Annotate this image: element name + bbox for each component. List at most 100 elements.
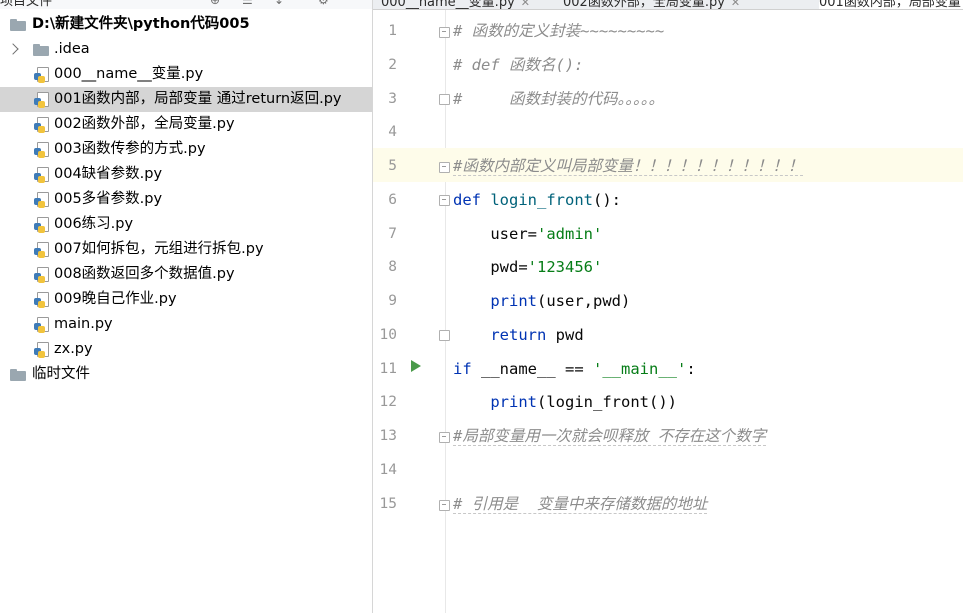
code-line-2[interactable]: # def 函数名(): (453, 48, 584, 82)
python-file-icon (34, 117, 50, 133)
code-text: (): (593, 191, 621, 209)
close-icon[interactable]: ✕ (521, 0, 530, 9)
code-text: : (686, 360, 696, 378)
comment: # 函数的定义封装~~~~~~~~~ (453, 22, 665, 40)
editor-tab-bar: 000__name__变量.py ✕ 002函数外部，全局变量.py ✕ 001函数… (373, 0, 963, 10)
string: '123456' (527, 258, 603, 276)
tree-item-label: 008函数返回多个数据值.py (54, 266, 235, 282)
line-number: 1 (388, 23, 397, 39)
tree-item-idea[interactable]: .idea (0, 37, 372, 62)
tree-item-file[interactable]: 008函数返回多个数据值.py (0, 262, 372, 287)
code-line-10[interactable]: return pwd (453, 318, 583, 352)
tree-item-file-selected[interactable]: 001函数内部，局部变量 通过return返回.py (0, 87, 372, 112)
folder-icon (10, 369, 26, 381)
code-line-7[interactable]: user='admin' (453, 217, 602, 251)
comment: # 引用是 变量中来存储数据的地址 (453, 495, 708, 514)
tree-item-file[interactable]: 000__name__变量.py (0, 62, 372, 87)
tree-item-label: 临时文件 (32, 366, 90, 382)
folder-icon (33, 44, 49, 56)
code-text: (user,pwd) (537, 292, 631, 310)
tree-item-file[interactable]: 006练习.py (0, 212, 372, 237)
tree-item-label: main.py (54, 316, 113, 332)
tab-label: 000__name__变量.py (381, 0, 515, 10)
close-icon[interactable]: ✕ (731, 0, 740, 9)
line-number: 13 (379, 428, 397, 444)
code-line-8[interactable]: pwd='123456' (453, 250, 602, 284)
line-number: 5 (388, 158, 397, 174)
fold-end-icon[interactable] (439, 94, 450, 105)
python-file-icon (34, 142, 50, 158)
code-text: (login_front()) (537, 393, 677, 411)
code-line-3[interactable]: # 函数封装的代码。。。。。 (453, 82, 664, 116)
tree-item-label: zx.py (54, 341, 93, 357)
collapse-all-icon[interactable]: ☰ (242, 0, 254, 6)
tree-item-label: 007如何拆包，元组进行拆包.py (54, 241, 264, 257)
fold-marker-icon[interactable] (439, 27, 450, 38)
python-file-icon (34, 167, 50, 183)
tree-item-label: 000__name__变量.py (54, 66, 204, 82)
comment: # def 函数名(): (453, 56, 584, 74)
line-number: 11 (379, 361, 397, 377)
code-line-13[interactable]: #局部变量用一次就会呗释放 不存在这个数字 (453, 419, 767, 453)
tree-item-file[interactable]: main.py (0, 312, 372, 337)
line-number: 15 (379, 496, 397, 512)
python-file-icon (34, 242, 50, 258)
code-line-12[interactable]: print(login_front()) (453, 385, 677, 419)
python-file-icon (34, 342, 50, 358)
expand-icon[interactable]: ↕ (274, 0, 286, 6)
project-panel: 项目文件 ⊕ ☰ ↕ ⚙ D:\新建文件夹\python代码005 .idea … (0, 0, 372, 613)
code-text: user= (490, 225, 537, 243)
fold-end-icon[interactable] (439, 330, 450, 341)
python-file-icon (34, 317, 50, 333)
line-number: 9 (388, 293, 397, 309)
line-number: 4 (388, 124, 397, 140)
gear-icon[interactable]: ⚙ (318, 0, 330, 6)
tree-item-file[interactable]: 003函数传参的方式.py (0, 137, 372, 162)
locate-icon[interactable]: ⊕ (210, 0, 222, 6)
code-line-1[interactable]: # 函数的定义封装~~~~~~~~~ (453, 14, 664, 48)
line-number: 8 (388, 259, 397, 275)
tree-item-scratches[interactable]: 临时文件 (0, 362, 372, 387)
fold-marker-icon[interactable] (439, 162, 450, 173)
tree-item-label: .idea (54, 41, 90, 57)
code-line-9[interactable]: print(user,pwd) (453, 284, 630, 318)
string: '__main__' (593, 360, 687, 378)
project-toolbar-title: 项目文件 (0, 0, 53, 9)
code-line-15[interactable]: # 引用是 变量中来存储数据的地址 (453, 487, 708, 521)
fold-marker-icon[interactable] (439, 500, 450, 511)
line-number: 2 (388, 57, 397, 73)
keyword: def (453, 191, 481, 209)
code-text: pwd= (490, 258, 528, 276)
folder-icon (10, 19, 26, 31)
tree-item-label: 005多省参数.py (54, 191, 163, 207)
tab-002-global[interactable]: 002函数外部，全局变量.py ✕ (563, 0, 740, 9)
code-text: __name__ == (471, 360, 593, 378)
code-line-6[interactable]: def login_front(): (453, 183, 621, 217)
builtin: print (490, 292, 537, 310)
tab-000-name[interactable]: 000__name__变量.py ✕ (381, 0, 530, 9)
tree-item-file[interactable]: 004缺省参数.py (0, 162, 372, 187)
comment: #局部变量用一次就会呗释放 不存在这个数字 (453, 427, 767, 446)
tree-item-file[interactable]: 009晚自己作业.py (0, 287, 372, 312)
fold-marker-icon[interactable] (439, 432, 450, 443)
tree-root-folder[interactable]: D:\新建文件夹\python代码005 (0, 12, 372, 37)
chevron-right-icon[interactable] (7, 43, 19, 55)
tree-item-label: 002函数外部，全局变量.py (54, 116, 235, 132)
keyword: return (490, 326, 547, 344)
run-icon[interactable] (411, 360, 421, 372)
tree-item-label: 003函数传参的方式.py (54, 141, 206, 157)
tree-item-file[interactable]: 005多省参数.py (0, 187, 372, 212)
python-file-icon (34, 292, 50, 308)
fold-marker-icon[interactable] (439, 195, 450, 206)
string: 'admin' (537, 225, 603, 243)
code-line-5[interactable]: #函数内部定义叫局部变量！！！！！！！！！！！ (453, 149, 804, 183)
builtin: print (490, 393, 537, 411)
tree-item-file[interactable]: zx.py (0, 337, 372, 362)
code-line-11[interactable]: if __name__ == '__main__': (453, 352, 696, 386)
tree-item-file[interactable]: 007如何拆包，元组进行拆包.py (0, 237, 372, 262)
keyword: if (453, 360, 472, 378)
tree-item-file[interactable]: 002函数外部，全局变量.py (0, 112, 372, 137)
line-number: 3 (388, 91, 397, 107)
tab-001-local[interactable]: 001函数内部，局部变量 通过return返回.py (819, 0, 963, 9)
line-number: 7 (388, 226, 397, 242)
